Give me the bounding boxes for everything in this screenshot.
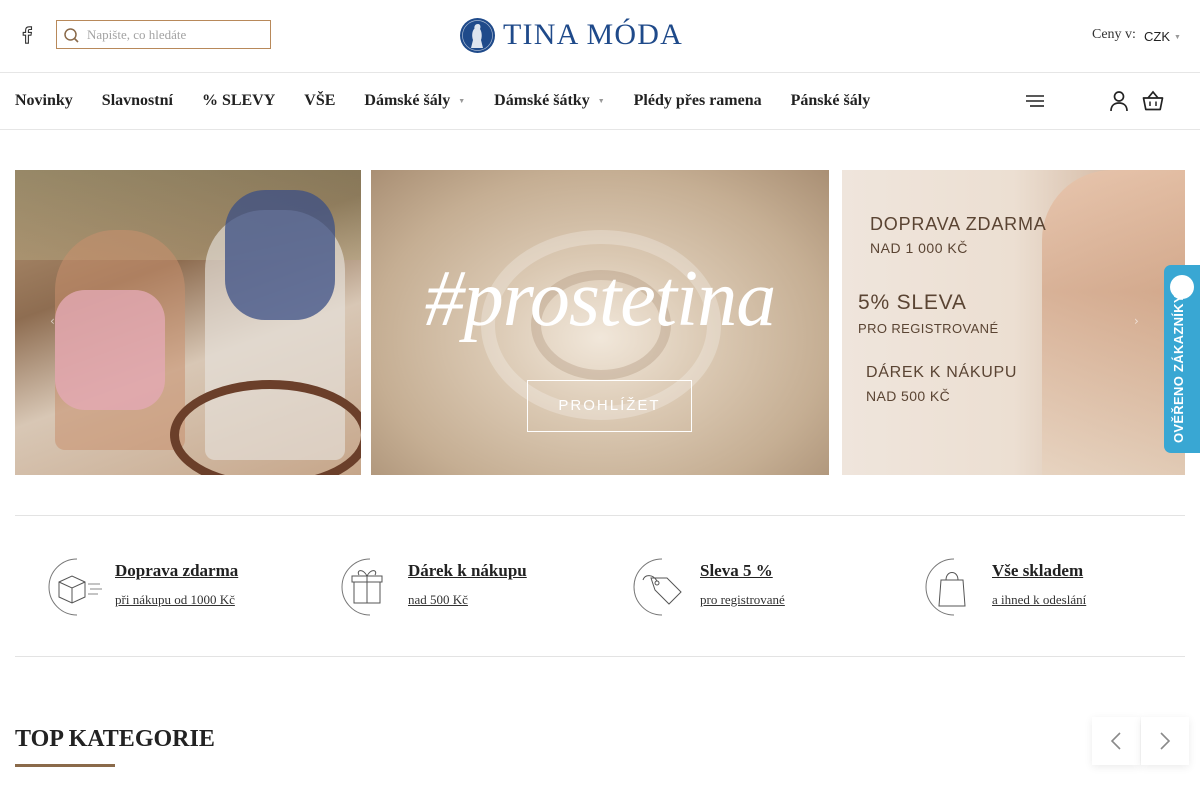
chevron-down-icon: ▼ xyxy=(458,97,466,105)
chevron-right-icon xyxy=(1160,732,1171,750)
section-title-underline xyxy=(15,764,115,767)
carousel-prev-icon[interactable]: ‹ xyxy=(50,314,55,328)
nav-item-label: Dámské šály xyxy=(364,92,451,109)
currency-select[interactable]: CZK ▼ xyxy=(1144,29,1181,44)
nav-item-slavnostni[interactable]: Slavnostní xyxy=(102,92,173,110)
banner-blue-scarf xyxy=(225,190,335,320)
nav-item-label: Plédy přes ramena xyxy=(633,92,762,109)
chevron-left-icon xyxy=(1110,732,1121,750)
box-icon xyxy=(48,558,102,616)
section-title-top-categories: TOP KATEGORIE xyxy=(15,726,215,752)
benefit-subtitle: pro registrované xyxy=(700,592,785,607)
banner-hashtag: #prostetina xyxy=(424,255,776,343)
benefit-subtitle: a ihned k odeslání xyxy=(992,592,1087,607)
search-box xyxy=(56,20,271,49)
benefit-title: Doprava zdarma xyxy=(115,561,239,580)
nav-item-label: Pánské šály xyxy=(790,92,871,109)
promo-line-3: 5% SLEVA xyxy=(858,291,967,314)
promo-line-2: NAD 1 000 KČ xyxy=(870,240,968,256)
logo-emblem-icon xyxy=(460,17,495,53)
chevron-down-icon: ▼ xyxy=(597,97,605,105)
categories-prev-button[interactable] xyxy=(1092,717,1140,765)
nav-item-novinky[interactable]: Novinky xyxy=(15,92,73,110)
benefits-strip: Doprava zdarma při nákupu od 1000 Kč Dár… xyxy=(15,515,1185,657)
nav-item-label: % SLEVY xyxy=(201,92,276,109)
nav-item-label: Slavnostní xyxy=(101,92,173,109)
banner-steering-wheel xyxy=(170,380,361,475)
top-bar: TINA MÓDA Ceny v: CZK ▼ xyxy=(0,0,1200,72)
benefit-title: Sleva 5 % xyxy=(700,561,773,580)
verified-customers-badge[interactable]: OVĚŘENO ZÁKAZNÍKY xyxy=(1164,265,1200,453)
site-logo[interactable]: TINA MÓDA xyxy=(459,16,683,54)
nav-item-damske-saly[interactable]: Dámské šály ▼ xyxy=(364,92,465,110)
tag-icon xyxy=(633,558,682,616)
banner-women-in-car[interactable] xyxy=(15,170,361,475)
search-icon[interactable] xyxy=(63,27,80,44)
basket-icon[interactable] xyxy=(1142,90,1164,112)
facebook-icon[interactable] xyxy=(19,26,35,44)
benefit-subtitle: nad 500 Kč xyxy=(408,592,468,607)
benefit-subtitle: při nákupu od 1000 Kč xyxy=(115,592,235,607)
chevron-down-icon: ▼ xyxy=(1174,34,1181,41)
nav-menu: Novinky Slavnostní % SLEVY VŠE Dámské šá… xyxy=(15,73,899,129)
logo-text: TINA MÓDA xyxy=(503,18,683,51)
nav-item-panske-saly[interactable]: Pánské šály xyxy=(791,92,871,110)
shopping-bag-icon xyxy=(925,558,966,616)
gift-icon xyxy=(341,558,383,616)
benefit-title: Vše skladem xyxy=(992,561,1084,580)
categories-next-button[interactable] xyxy=(1141,717,1189,765)
prices-label: Ceny v: xyxy=(1092,27,1136,42)
carousel-next-icon[interactable]: › xyxy=(1134,314,1139,328)
browse-button[interactable]: PROHLÍŽET xyxy=(527,380,692,432)
nav-item-damske-satky[interactable]: Dámské šátky ▼ xyxy=(494,92,605,110)
banner-pink-scarf xyxy=(55,290,165,410)
promo-line-5: DÁREK K NÁKUPU xyxy=(866,364,1018,381)
nav-item-pledy[interactable]: Plédy přes ramena xyxy=(634,92,762,110)
currency-value: CZK xyxy=(1144,29,1170,44)
nav-item-label: Novinky xyxy=(15,92,73,109)
nav-item-label: Dámské šátky xyxy=(494,92,590,109)
nav-item-slevy[interactable]: % SLEVY xyxy=(202,92,275,110)
search-input[interactable] xyxy=(87,24,265,45)
banner-prostetina[interactable]: #prostetina PROHLÍŽET xyxy=(371,170,829,475)
promo-line-4: PRO REGISTROVANÉ xyxy=(858,321,999,336)
user-icon[interactable] xyxy=(1109,90,1129,112)
nav-item-vse[interactable]: VŠE xyxy=(304,92,335,110)
main-nav: Novinky Slavnostní % SLEVY VŠE Dámské šá… xyxy=(0,72,1200,130)
nav-item-label: VŠE xyxy=(304,92,336,109)
menu-icon[interactable] xyxy=(1025,93,1045,109)
verified-badge-text: OVĚŘENO ZÁKAZNÍKY xyxy=(1171,294,1186,443)
promo-line-1: DOPRAVA ZDARMA xyxy=(870,214,1047,234)
promo-line-6: NAD 500 KČ xyxy=(866,388,951,404)
benefit-title: Dárek k nákupu xyxy=(408,561,527,580)
